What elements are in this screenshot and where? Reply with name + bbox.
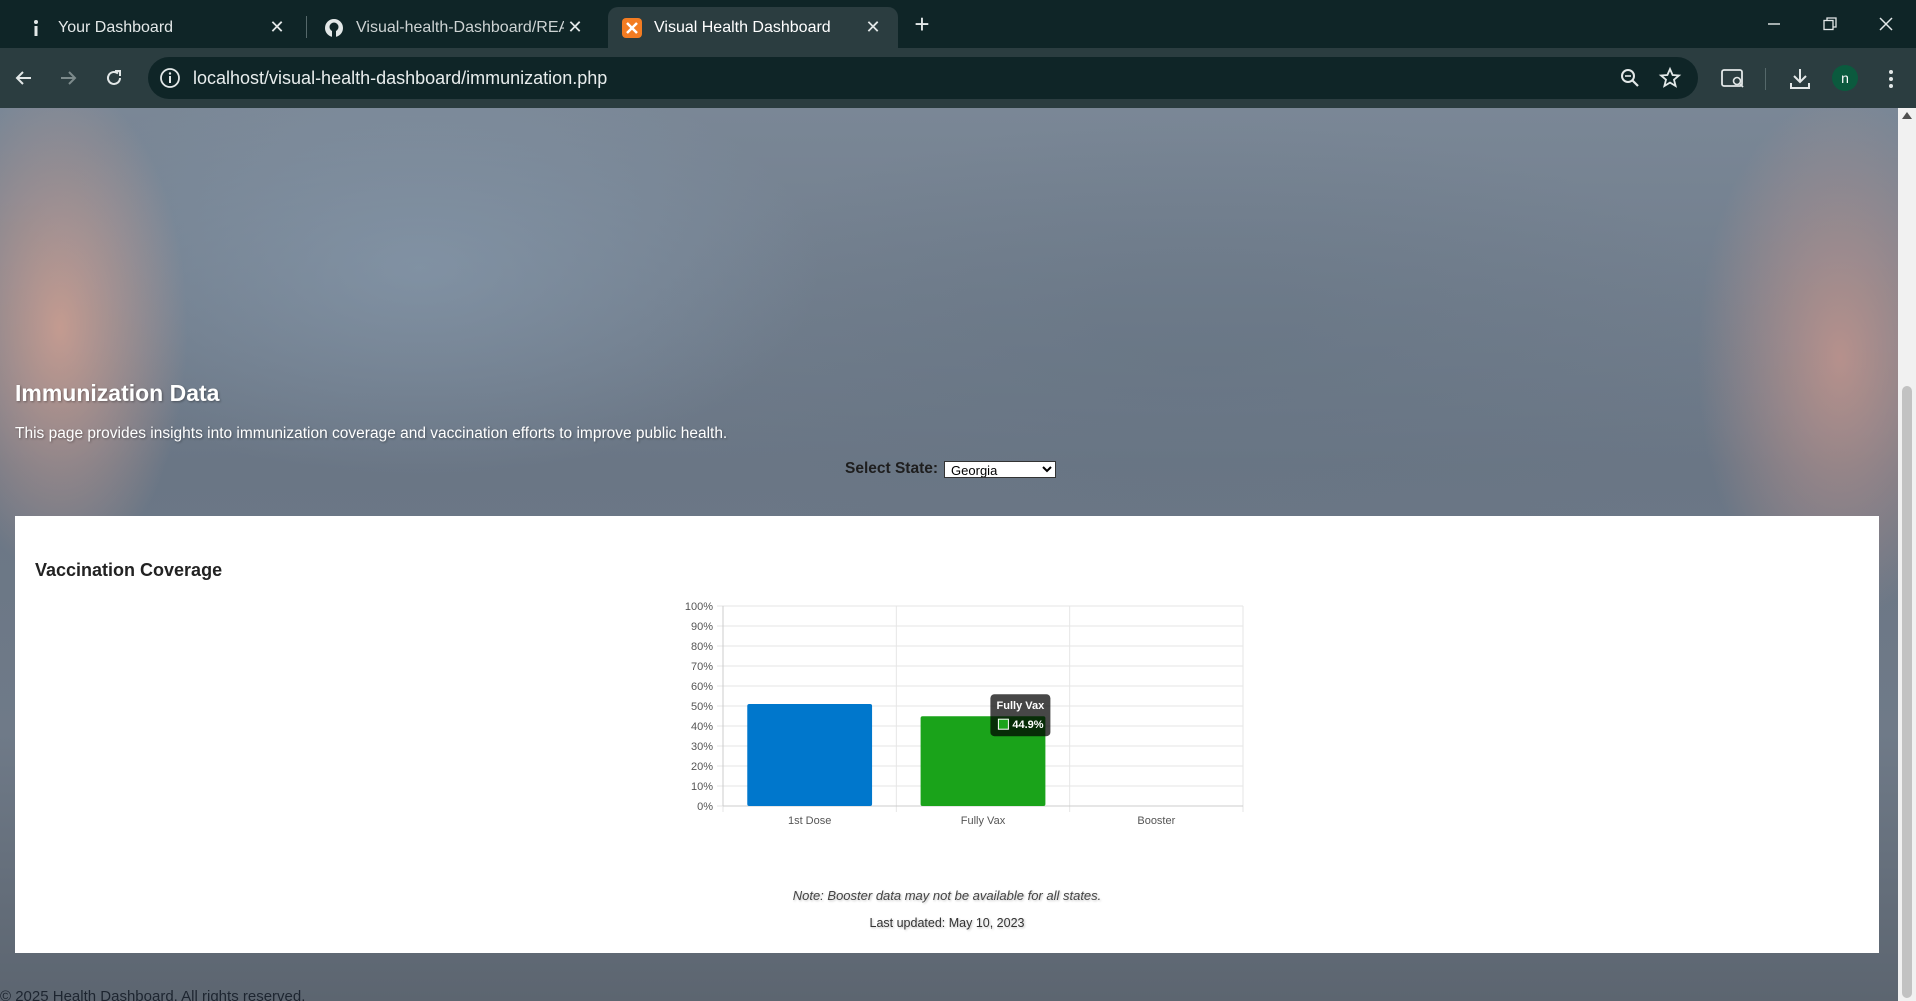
tab-label: Visual-health-Dashboard/README	[356, 18, 564, 36]
page-title: Immunization Data	[15, 380, 220, 406]
y-tick-label: 80%	[691, 641, 713, 653]
last-updated: Last updated: May 10, 2023	[869, 916, 1025, 930]
page-viewport: Immunization Data This page provides ins…	[0, 108, 1898, 1001]
back-button[interactable]	[6, 60, 42, 96]
vaccination-coverage-card: Vaccination Coverage 0% 10% 20% 30% 40% 50% 60…	[15, 516, 1879, 953]
browser-tab-bar: Your Dashboard ✕ Visual-health-Dashboard…	[0, 0, 1916, 48]
page-scrollbar[interactable]	[1898, 108, 1916, 1001]
tooltip-value: 44.9%	[1012, 719, 1043, 731]
xampp-icon	[622, 17, 642, 38]
close-icon	[1879, 17, 1893, 31]
minimize-icon	[1768, 23, 1780, 25]
scroll-thumb[interactable]	[1902, 386, 1912, 998]
y-tick-label: 100%	[685, 601, 713, 613]
y-tick-label: 50%	[691, 701, 713, 713]
y-tick-label: 60%	[691, 681, 713, 693]
y-tick-label: 40%	[691, 721, 713, 733]
restore-icon	[1823, 17, 1837, 31]
close-icon[interactable]: ✕	[564, 17, 586, 39]
y-tick-label: 90%	[691, 621, 713, 633]
vaccination-bar-chart: 0% 10% 20% 30% 40% 50% 60% 70% 80% 90% 100% 1st Dos…	[685, 601, 1244, 827]
tab-label: Your Dashboard	[58, 18, 174, 36]
bar-1st-dose	[747, 704, 873, 806]
zoom-icon[interactable]	[1618, 66, 1642, 90]
tab-label: Visual Health Dashboard	[654, 18, 831, 36]
github-icon	[324, 18, 344, 38]
y-tick-label: 10%	[691, 781, 713, 793]
tab-search-icon[interactable]	[1720, 66, 1746, 92]
restore-button[interactable]	[1802, 0, 1858, 48]
download-icon[interactable]	[1787, 66, 1813, 92]
browser-toolbar: localhost/visual-health-dashboard/immuni…	[0, 48, 1916, 108]
more-menu-icon[interactable]	[1878, 66, 1904, 92]
state-label: Select State:	[845, 460, 939, 477]
card-title: Vaccination Coverage	[35, 560, 223, 580]
tab-visual-health-dashboard[interactable]: Visual Health Dashboard ✕	[608, 7, 898, 48]
y-tick-label: 30%	[691, 741, 713, 753]
toolbar-divider	[1765, 68, 1766, 90]
tooltip-title: Fully Vax	[997, 700, 1046, 712]
scroll-up-arrow-icon[interactable]	[1902, 112, 1912, 119]
state-selector: Select State: Georgia	[845, 460, 1057, 478]
x-tick-label: Booster	[1137, 815, 1175, 827]
close-icon[interactable]: ✕	[266, 17, 288, 39]
reload-icon	[107, 70, 121, 85]
y-tick-label: 70%	[691, 661, 713, 673]
arrow-right-icon	[61, 71, 77, 85]
site-info-icon[interactable]	[158, 66, 182, 90]
booster-note: Note: Booster data may not be available …	[792, 888, 1102, 903]
url-text[interactable]: localhost/visual-health-dashboard/immuni…	[193, 68, 607, 89]
y-tick-label: 0%	[697, 801, 713, 813]
tab-your-dashboard[interactable]: Your Dashboard ✕	[12, 7, 302, 48]
info-icon	[26, 18, 46, 38]
x-tick-label: Fully Vax	[961, 815, 1006, 827]
tab-github-readme[interactable]: Visual-health-Dashboard/README ✕	[310, 7, 600, 48]
minimize-button[interactable]	[1746, 0, 1802, 48]
tab-separator	[306, 16, 307, 38]
y-tick-label: 20%	[691, 761, 713, 773]
footer-copyright: © 2025 Health Dashboard. All rights rese…	[0, 988, 306, 1001]
close-window-button[interactable]	[1858, 0, 1914, 48]
profile-avatar[interactable]: n	[1832, 65, 1858, 91]
arrow-left-icon	[15, 71, 31, 85]
forward-button[interactable]	[50, 60, 86, 96]
page-description: This page provides insights into immuniz…	[15, 425, 728, 442]
close-icon[interactable]: ✕	[862, 17, 884, 39]
bookmark-star-icon[interactable]	[1658, 66, 1682, 90]
reload-button[interactable]	[96, 60, 132, 96]
x-tick-label: 1st Dose	[788, 815, 831, 827]
address-bar[interactable]: localhost/visual-health-dashboard/immuni…	[148, 57, 1698, 99]
new-tab-button[interactable]: +	[908, 9, 936, 39]
tooltip-swatch	[997, 718, 1009, 730]
state-select[interactable]: Georgia	[944, 460, 1057, 478]
